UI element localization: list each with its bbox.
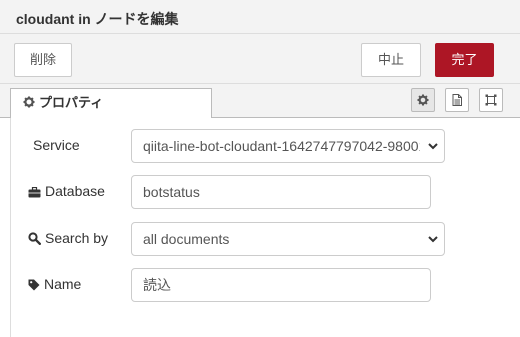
- name-input[interactable]: 読込: [131, 268, 431, 302]
- service-select[interactable]: qiita-line-bot-cloudant-1642747797042-98…: [131, 129, 445, 163]
- chevron-down-icon: [428, 143, 438, 150]
- search-by-label-row: Search by: [28, 230, 108, 248]
- database-label-row: Database: [28, 183, 105, 201]
- tray-title: cloudant in ノードを編集: [16, 11, 179, 27]
- name-label-row: Name: [28, 276, 81, 294]
- database-input[interactable]: botstatus: [131, 175, 431, 209]
- edit-node-tray: cloudant in ノードを編集 削除 中止 完了 プロパティ Servic…: [0, 0, 520, 337]
- frame-icon: [485, 94, 497, 106]
- tray-header: cloudant in ノードを編集: [0, 0, 520, 34]
- tabs-row: プロパティ: [0, 84, 520, 119]
- done-button[interactable]: 完了: [435, 43, 494, 77]
- appearance-tab-button[interactable]: [479, 88, 503, 112]
- search-icon: [28, 232, 42, 248]
- settings-tab-button[interactable]: [411, 88, 435, 112]
- database-label: Database: [45, 183, 105, 199]
- gear-icon: [417, 94, 429, 106]
- chevron-down-icon: [428, 236, 438, 243]
- tab-properties-label: プロパティ: [39, 95, 104, 110]
- tray-toolbar: 削除 中止 完了: [0, 34, 520, 84]
- search-by-select-value: all documents: [143, 231, 230, 247]
- description-tab-button[interactable]: [445, 88, 469, 112]
- service-label: Service: [33, 137, 80, 153]
- tag-icon: [28, 278, 40, 294]
- search-by-label: Search by: [45, 230, 109, 246]
- service-select-value: qiita-line-bot-cloudant-1642747797042-98…: [143, 138, 420, 154]
- tab-properties[interactable]: プロパティ: [10, 88, 212, 119]
- briefcase-icon: [28, 185, 41, 201]
- properties-form: Service qiita-line-bot-cloudant-16427477…: [0, 118, 520, 337]
- cancel-button[interactable]: 中止: [361, 43, 421, 77]
- gear-icon: [23, 90, 35, 108]
- search-by-select[interactable]: all documents: [131, 222, 445, 256]
- divider: [10, 118, 11, 337]
- delete-button[interactable]: 削除: [14, 43, 72, 77]
- name-label: Name: [44, 276, 82, 292]
- document-icon: [452, 94, 462, 106]
